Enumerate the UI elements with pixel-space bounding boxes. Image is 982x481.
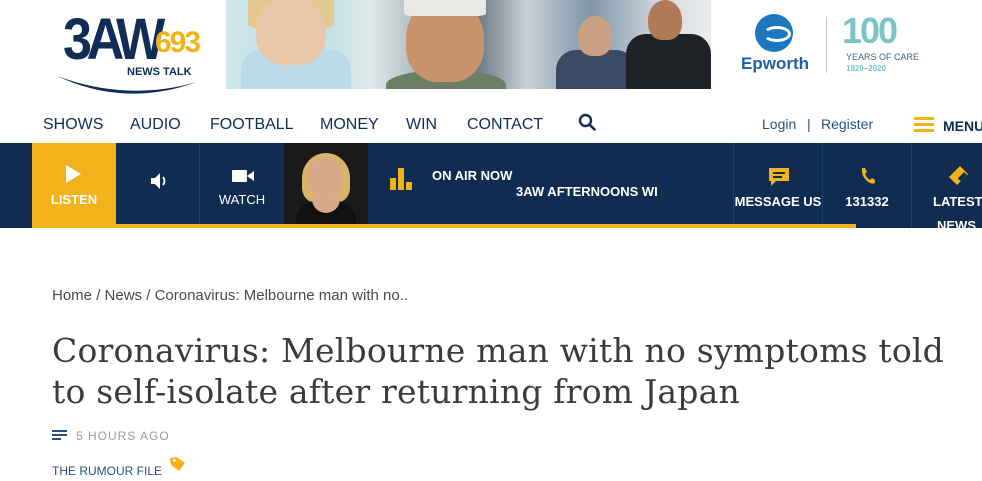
phone-number: 131332: [845, 194, 889, 209]
banner-ad-image[interactable]: [226, 0, 711, 89]
hamburger-menu-icon[interactable]: [914, 117, 934, 133]
banner-figure: [404, 0, 486, 16]
banner-figure: [578, 16, 612, 56]
video-camera-icon: [232, 170, 254, 182]
message-us-button[interactable]: MESSAGE US: [734, 143, 822, 228]
message-us-label: MESSAGE US: [734, 194, 822, 209]
watch-button[interactable]: WATCH: [200, 143, 284, 228]
article-tag-link[interactable]: THE RUMOUR FILE: [52, 464, 162, 478]
now-playing-show[interactable]: 3AW AFTERNOONS WI: [516, 184, 658, 199]
sponsor-divider: [826, 17, 827, 73]
epworth-name: Epworth: [741, 54, 809, 73]
news-label: NEWS: [937, 218, 976, 233]
epworth-logo[interactable]: Epworth: [738, 14, 818, 76]
watch-label: WATCH: [218, 192, 266, 207]
login-link[interactable]: Login: [762, 116, 796, 132]
menu-label[interactable]: MENU: [943, 118, 982, 134]
nav-contact[interactable]: CONTACT: [467, 116, 543, 134]
nav-money[interactable]: MONEY: [320, 116, 379, 134]
breadcrumb-home[interactable]: Home: [52, 287, 92, 304]
tag-icon: [170, 457, 185, 471]
lines-icon: [52, 430, 67, 442]
latest-label: LATEST: [933, 194, 982, 209]
epworth-emblem-icon: [755, 14, 793, 52]
listen-label: LISTEN: [50, 192, 98, 207]
years-of-care: YEARS OF CARE: [846, 52, 920, 62]
equalizer-icon: [390, 168, 412, 190]
player-progress-bar: [32, 224, 856, 228]
presenter-photo[interactable]: [284, 143, 368, 228]
call-button[interactable]: 131332: [823, 143, 911, 228]
logo-swoosh-icon: [57, 76, 197, 94]
volume-icon[interactable]: [150, 172, 172, 190]
nav-shows[interactable]: SHOWS: [43, 116, 103, 134]
banner-figure: [648, 0, 682, 40]
breadcrumb-separator: /: [96, 287, 101, 304]
breadcrumb: Home / News / Coronavirus: Melbourne man…: [52, 287, 408, 304]
latest-news-button[interactable]: LATEST NEWS: [912, 143, 982, 233]
hundred-years-logo[interactable]: 100 YEARS OF CARE 1920–2020: [842, 10, 932, 74]
breadcrumb-separator: /: [146, 287, 151, 304]
hundred-number: 100: [842, 10, 898, 51]
nav-football[interactable]: FOOTBALL: [210, 116, 294, 134]
logo-frequency: 693: [155, 26, 201, 59]
chat-bubble-icon: [769, 168, 789, 186]
banner-figure: [256, 0, 326, 65]
banner-figure: [626, 34, 711, 89]
listen-button[interactable]: LISTEN: [32, 143, 116, 224]
on-air-label: ON AIR NOW: [432, 168, 513, 183]
breadcrumb-news[interactable]: News: [105, 287, 143, 304]
phone-icon: [861, 168, 875, 184]
years-range: 1920–2020: [846, 64, 887, 73]
3aw-logo[interactable]: 3AW 693 NEWS TALK: [55, 7, 205, 100]
newspaper-icon: [949, 166, 968, 185]
breadcrumb-current: Coronavirus: Melbourne man with no..: [154, 287, 409, 304]
publish-time: 5 HOURS AGO: [76, 429, 170, 443]
register-link[interactable]: Register: [821, 116, 873, 132]
article-headline: Coronavirus: Melbourne man with no sympt…: [52, 331, 944, 411]
auth-separator: |: [807, 116, 811, 132]
search-icon[interactable]: [578, 113, 596, 131]
logo-3aw-text: 3AW: [63, 7, 165, 72]
play-icon: [66, 165, 81, 183]
nav-win[interactable]: WIN: [406, 116, 437, 134]
nav-audio[interactable]: AUDIO: [130, 116, 181, 134]
